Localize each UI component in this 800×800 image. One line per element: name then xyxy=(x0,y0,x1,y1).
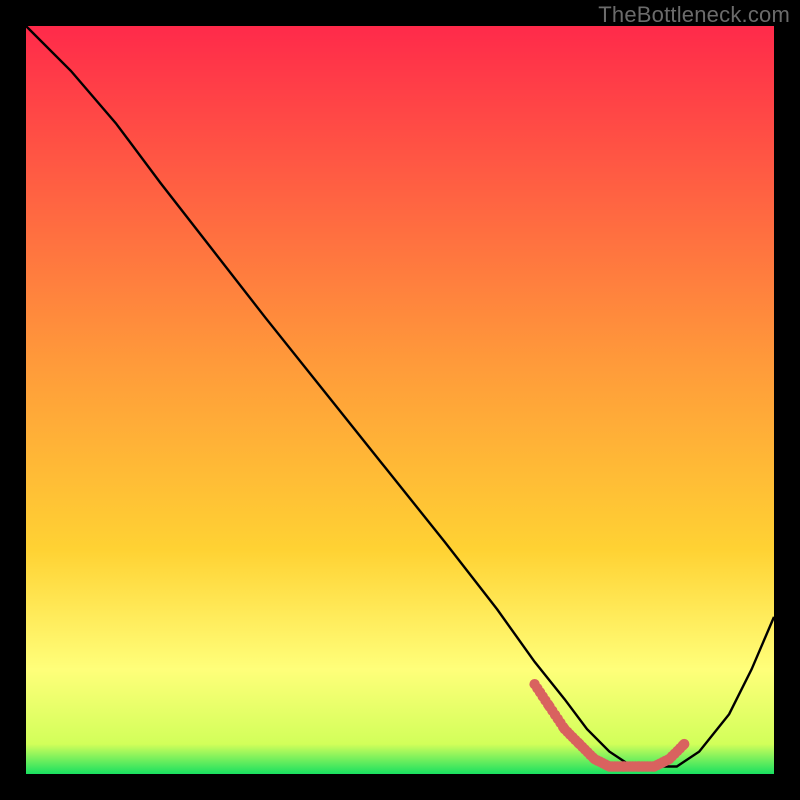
plot-area xyxy=(26,26,774,774)
optimal-range-dot xyxy=(679,739,689,749)
chart-frame: TheBottleneck.com xyxy=(0,0,800,800)
watermark-text: TheBottleneck.com xyxy=(598,2,790,28)
gradient-background xyxy=(26,26,774,774)
bottleneck-chart xyxy=(26,26,774,774)
